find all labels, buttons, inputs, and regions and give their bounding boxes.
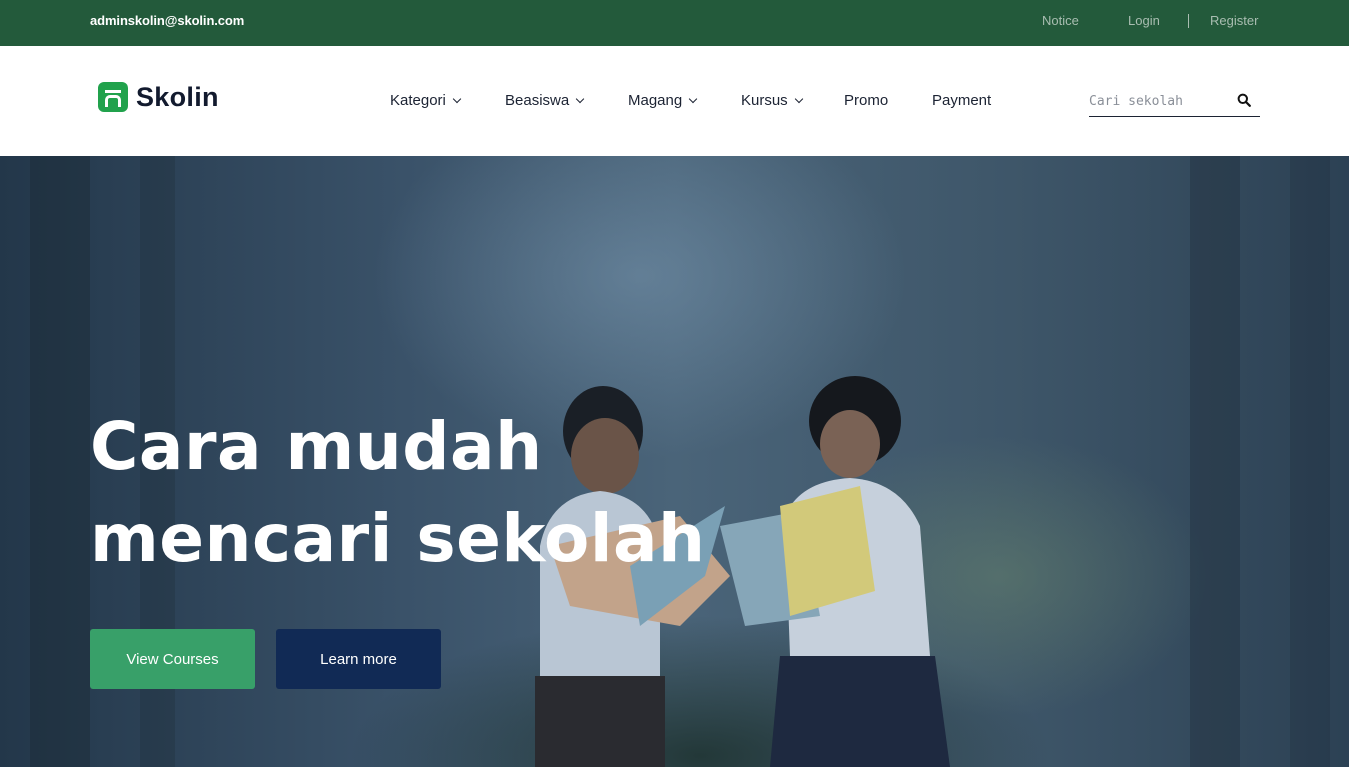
nav-item-magang[interactable]: Magang [628,92,698,109]
register-link[interactable]: Register [1210,13,1258,28]
hero-heading-line: mencari sekolah [90,500,706,577]
chevron-down-icon [575,94,585,103]
login-link[interactable]: Login [1128,13,1160,28]
view-courses-button[interactable]: View Courses [90,629,255,689]
background-tree [30,156,90,767]
top-bar: adminskolin@skolin.com Notice Login Regi… [0,0,1349,46]
chevron-down-icon [794,94,803,103]
nav-item-promo[interactable]: Promo [844,92,888,109]
nav-item-payment[interactable]: Payment [932,92,991,109]
nav-item-label: Magang [628,92,683,109]
nav-item-label: Payment [932,92,992,109]
nav-item-label: Kategori [390,92,446,109]
nav-item-beasiswa[interactable]: Beasiswa [505,92,585,109]
hero-banner: Cara mudah mencari sekolah View Courses … [0,156,1349,767]
hero-heading-line: Cara mudah [90,408,543,485]
search-input[interactable] [1089,91,1229,111]
nav-item-label: Promo [844,92,889,109]
logo[interactable]: Skolin [98,82,219,112]
search-icon[interactable] [1237,93,1251,107]
notice-link[interactable]: Notice [1042,13,1079,28]
nav-item-label: Beasiswa [505,92,570,109]
main-navigation: Skolin Kategori Beasiswa Magang Kursus P… [0,46,1349,156]
background-tree [1190,156,1240,767]
logo-mark-icon [98,82,128,112]
divider [1188,14,1189,28]
search-box [1089,89,1260,117]
chevron-down-icon [688,94,698,103]
background-tree [1290,156,1330,767]
learn-more-button[interactable]: Learn more [276,629,441,689]
logo-text: Skolin [136,82,219,112]
nav-item-label: Kursus [741,92,788,109]
hero-heading: Cara mudah mencari sekolah [90,401,706,585]
chevron-down-icon [452,94,462,103]
nav-item-kategori[interactable]: Kategori [390,92,462,109]
nav-item-kursus[interactable]: Kursus [741,92,803,109]
contact-email: adminskolin@skolin.com [90,13,245,28]
